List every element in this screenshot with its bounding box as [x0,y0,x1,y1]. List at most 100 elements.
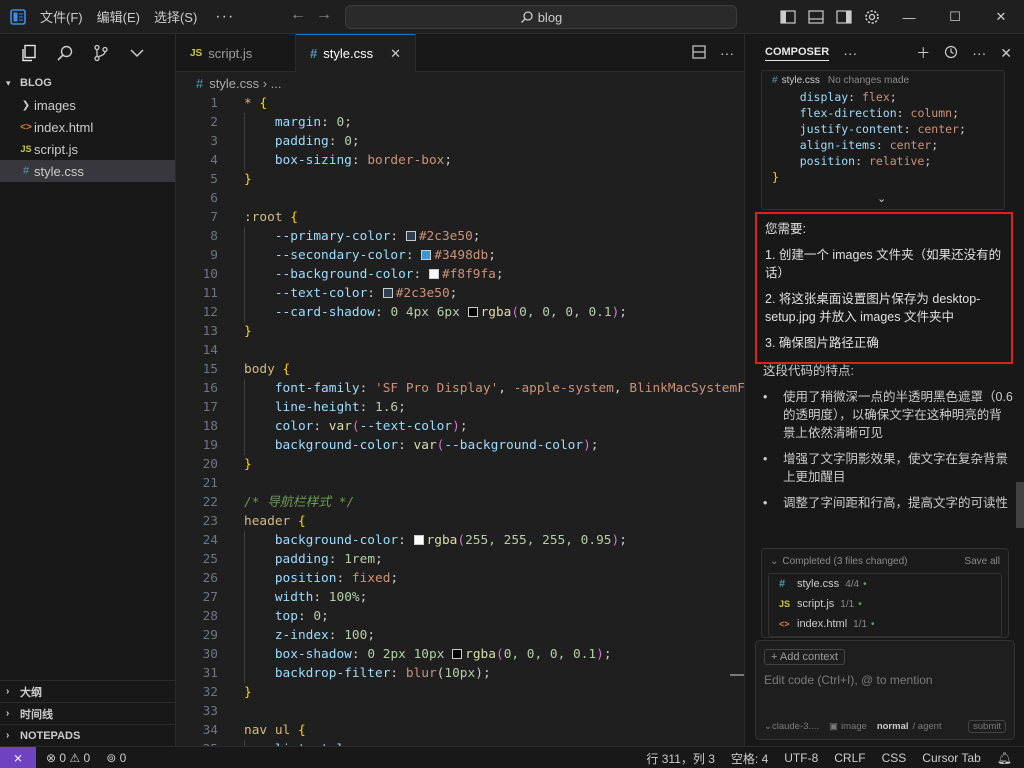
diff-file-name[interactable]: style.css [782,75,820,86]
code-line[interactable]: 12 --card-shadow: 0 4px 6px rgba(0, 0, 0… [176,303,744,322]
toggle-secondary-sidebar-icon[interactable] [830,0,858,34]
new-composer-icon[interactable]: ＋ [916,43,930,63]
color-swatch[interactable] [467,307,478,317]
code-line[interactable]: 32} [176,683,744,702]
remote-indicator-icon[interactable]: ⨯ [0,746,36,768]
code-line[interactable]: 34 nav ul { [176,721,744,740]
code-line[interactable]: 18 color: var(--text-color); [176,417,744,436]
chevron-down-icon[interactable]: ⌄ [770,556,778,567]
code-line[interactable]: 13} [176,322,744,341]
tree-item-images[interactable]: ❯ images [0,94,175,116]
code-line[interactable]: 6 [176,189,744,208]
explorer-root-folder[interactable]: ▾ BLOG [0,72,175,94]
close-window-button[interactable]: ✕ [978,0,1024,34]
code-line[interactable]: 17 line-height: 1.6; [176,398,744,417]
code-line[interactable]: 16 font-family: 'SF Pro Display', -apple… [176,379,744,398]
code-line[interactable]: 10 --background-color: #f8f9fa; [176,265,744,284]
more-icon[interactable]: ··· [843,45,857,61]
add-context-button[interactable]: + Add context [764,649,845,665]
code-line[interactable]: 19 background-color: var(--background-co… [176,436,744,455]
color-swatch[interactable] [413,535,424,545]
close-icon[interactable]: ✕ [390,46,401,62]
ports-indicator[interactable]: ⊚ 0 [106,751,126,765]
menu-file[interactable]: 文件(F) [40,7,83,26]
command-center-search[interactable]: blog [345,5,737,29]
code-line[interactable]: 25 padding: 1rem; [176,550,744,569]
color-swatch[interactable] [452,649,463,659]
tree-item-index-html[interactable]: <> index.html [0,116,175,138]
code-line[interactable]: 23 header { [176,512,744,531]
tab-style-css[interactable]: # style.css ✕ [296,34,416,72]
forward-arrow-icon[interactable]: → [312,6,336,24]
changed-file-style-css[interactable]: # style.css 4/4 • [769,574,1001,594]
tab-script-js[interactable]: JS script.js [176,34,296,72]
code-line[interactable]: 11 --text-color: #2c3e50; [176,284,744,303]
code-line[interactable]: 3 padding: 0; [176,132,744,151]
tree-item-script-js[interactable]: JS script.js [0,138,175,160]
save-all-button[interactable]: Save all [964,556,1000,567]
minimize-button[interactable]: — [886,0,932,34]
composer-scrollbar[interactable] [1016,482,1024,528]
mode-normal-button[interactable]: normal [877,721,909,732]
code-line[interactable]: 2 margin: 0; [176,113,744,132]
code-line[interactable]: 31 backdrop-filter: blur(10px); [176,664,744,683]
code-line[interactable]: 24 background-color: rgba(255, 255, 255,… [176,531,744,550]
timeline-section[interactable]: › 时间线 [0,702,175,724]
outline-section[interactable]: › 大纲 [0,680,175,702]
more-actions-icon[interactable]: ··· [720,45,734,61]
code-line[interactable]: 30 box-shadow: 0 2px 10px rgba(0, 0, 0, … [176,645,744,664]
code-line[interactable]: 33 [176,702,744,721]
chevron-down-icon[interactable] [128,44,146,62]
end-of-line[interactable]: CRLF [834,751,865,765]
maximize-button[interactable]: ☐ [932,0,978,34]
notifications-bell-icon[interactable]: 🔔︎ [997,751,1012,765]
code-line[interactable]: 9 --secondary-color: #3498db; [176,246,744,265]
cursor-tab[interactable]: Cursor Tab [922,751,980,765]
code-line[interactable]: 21 [176,474,744,493]
code-line[interactable]: 14 [176,341,744,360]
notepads-section[interactable]: › NOTEPADS [0,724,175,746]
chevron-down-icon[interactable]: ⌄ [877,192,886,205]
toggle-panel-icon[interactable] [802,0,830,34]
code-line[interactable]: 5} [176,170,744,189]
color-swatch[interactable] [382,288,393,298]
code-line[interactable]: 29 z-index: 100; [176,626,744,645]
code-line[interactable]: 15 body { [176,360,744,379]
history-icon[interactable] [944,45,958,62]
code-editor[interactable]: 1 * {2 margin: 0; 3 padding: 0; 4 box-sizin… [176,94,744,746]
source-control-icon[interactable] [92,44,110,62]
close-icon[interactable]: ✕ [1000,45,1012,62]
model-selector[interactable]: ⌄claude-3.... [764,721,819,732]
tree-item-style-css[interactable]: # style.css [0,160,175,182]
submit-button[interactable]: submit [968,719,1006,733]
encoding[interactable]: UTF-8 [784,751,818,765]
menu-more-button[interactable]: ··· [215,8,234,26]
back-arrow-icon[interactable]: ← [286,6,310,24]
code-line[interactable]: 27 width: 100%; [176,588,744,607]
code-line[interactable]: 20} [176,455,744,474]
toggle-primary-sidebar-icon[interactable] [774,0,802,34]
image-button[interactable]: image [841,721,867,732]
search-icon[interactable] [56,44,74,62]
more-icon[interactable]: ··· [972,45,986,61]
settings-gear-icon[interactable] [858,0,886,34]
color-swatch[interactable] [405,231,416,241]
code-line[interactable]: 8 --primary-color: #2c3e50; [176,227,744,246]
code-line[interactable]: 28 top: 0; [176,607,744,626]
code-line[interactable]: 1 * { [176,94,744,113]
language-mode[interactable]: CSS [882,751,907,765]
image-icon[interactable]: ▣ [829,721,838,732]
composer-input[interactable]: Edit code (Ctrl+I), @ to mention [764,673,933,687]
cursor-position[interactable]: 行 311，列 3 [646,750,714,767]
mode-agent-button[interactable]: / agent [913,721,942,732]
explorer-files-icon[interactable] [20,44,38,62]
code-line[interactable]: 22 /* 导航栏样式 */ [176,493,744,512]
menu-selection[interactable]: 选择(S) [154,7,197,26]
code-line[interactable]: 7:root { [176,208,744,227]
composer-tab-title[interactable]: COMPOSER [765,46,830,61]
color-swatch[interactable] [421,250,432,260]
breadcrumb-symbol[interactable]: ... [271,76,282,91]
changed-file-index-html[interactable]: <> index.html 1/1 • [769,614,1001,634]
menu-edit[interactable]: 编辑(E) [97,7,140,26]
color-swatch[interactable] [428,269,439,279]
